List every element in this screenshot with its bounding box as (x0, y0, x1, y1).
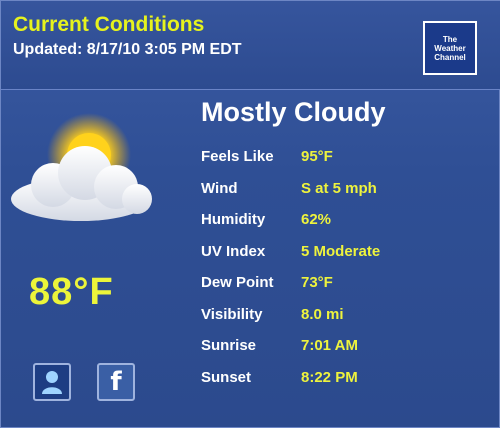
conditions-details-list: Feels Like 95°F Wind S at 5 mph Humidity… (201, 141, 481, 393)
detail-label: Humidity (201, 211, 266, 229)
detail-value: 8.0 mi (301, 305, 344, 323)
detail-row-dew-point: Dew Point 73°F (201, 267, 481, 299)
detail-row-uv-index: UV Index 5 Moderate (201, 236, 481, 268)
detail-row-sunrise: Sunrise 7:01 AM (201, 330, 481, 362)
detail-row-feels-like: Feels Like 95°F (201, 141, 481, 173)
detail-label: Dew Point (201, 274, 274, 292)
detail-value: 8:22 PM (301, 368, 358, 386)
detail-value: S at 5 mph (301, 179, 377, 197)
weather-channel-logo[interactable]: The Weather Channel (423, 21, 477, 75)
detail-label: Sunrise (201, 337, 257, 355)
detail-value: 5 Moderate (301, 242, 381, 260)
condition-text: Mostly Cloudy (201, 97, 386, 127)
facebook-share-button[interactable]: f (97, 363, 135, 401)
detail-label: Wind (201, 179, 238, 197)
detail-value: 73°F (301, 274, 333, 292)
person-share-button[interactable] (33, 363, 71, 401)
weather-widget: Current Conditions Updated: 8/17/10 3:05… (0, 0, 500, 428)
detail-label: UV Index (201, 242, 266, 260)
person-icon (42, 371, 62, 394)
detail-row-sunset: Sunset 8:22 PM (201, 362, 481, 394)
detail-label: Feels Like (201, 148, 274, 166)
logo-line-3: Channel (434, 52, 466, 62)
widget-title: Current Conditions (13, 13, 205, 36)
detail-row-visibility: Visibility 8.0 mi (201, 299, 481, 331)
detail-label: Visibility (201, 305, 263, 323)
updated-timestamp: Updated: 8/17/10 3:05 PM EDT (13, 41, 242, 58)
partly-cloudy-icon (9, 113, 159, 228)
logo-line-2: Weather (434, 43, 466, 53)
detail-value: 7:01 AM (301, 337, 358, 355)
detail-label: Sunset (201, 368, 252, 386)
facebook-icon: f (110, 367, 122, 397)
current-temperature: 88°F (29, 271, 114, 313)
detail-row-wind: Wind S at 5 mph (201, 173, 481, 205)
detail-row-humidity: Humidity 62% (201, 204, 481, 236)
logo-line-1: The (442, 34, 458, 44)
detail-value: 95°F (301, 148, 333, 166)
widget-header: Current Conditions Updated: 8/17/10 3:05… (1, 1, 500, 90)
detail-value: 62% (301, 211, 332, 229)
